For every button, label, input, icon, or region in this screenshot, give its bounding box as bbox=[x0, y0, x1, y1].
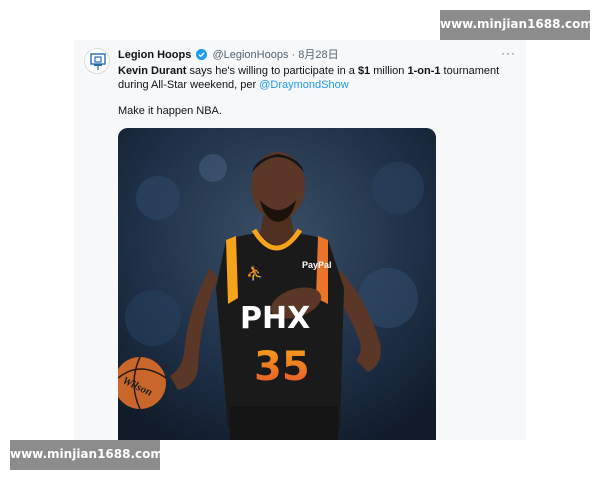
jersey-sponsor: PayPal bbox=[302, 260, 332, 270]
jersey-number: 35 bbox=[254, 344, 310, 390]
jordan-logo-icon: ⛹ bbox=[246, 264, 263, 282]
author-handle[interactable]: @LegionHoops bbox=[212, 49, 288, 61]
tweet-comment: Make it happen NBA. bbox=[118, 105, 222, 117]
text-segment: says he's willing to participate in a bbox=[186, 65, 358, 77]
text-segment: million bbox=[370, 65, 408, 77]
avatar[interactable] bbox=[84, 48, 110, 74]
watermark-bottom: www.minjian1688.com bbox=[10, 440, 163, 470]
text-bold-name: Kevin Durant bbox=[118, 65, 187, 77]
mention-link[interactable]: @DraymondShow bbox=[259, 79, 348, 91]
tweet-card[interactable]: Legion Hoops @LegionHoops · 8月28日 ··· Ke… bbox=[74, 40, 526, 440]
text-bold-amount: $1 bbox=[357, 65, 371, 77]
tweet-date[interactable]: 8月28日 bbox=[298, 49, 338, 61]
tweet-text: Kevin Durant says he's willing to partic… bbox=[118, 64, 518, 92]
author-name[interactable]: Legion Hoops bbox=[118, 49, 191, 61]
watermark-top: www.minjian1688.com bbox=[440, 10, 593, 40]
tweet-media-photo[interactable]: PHX 35 PayPal ⛹ Wilson bbox=[118, 128, 436, 440]
header-separator: · bbox=[291, 49, 296, 61]
verified-badge-icon bbox=[196, 49, 208, 64]
more-dots-icon[interactable]: ··· bbox=[501, 46, 516, 60]
jersey-text: PHX bbox=[240, 301, 310, 336]
tweet-header: Legion Hoops @LegionHoops · 8月28日 bbox=[118, 48, 339, 64]
text-bold-format: 1-on-1 bbox=[407, 65, 441, 77]
legion-hoops-logo-icon bbox=[90, 53, 106, 70]
player-photo: PHX 35 PayPal ⛹ Wilson bbox=[118, 128, 436, 440]
